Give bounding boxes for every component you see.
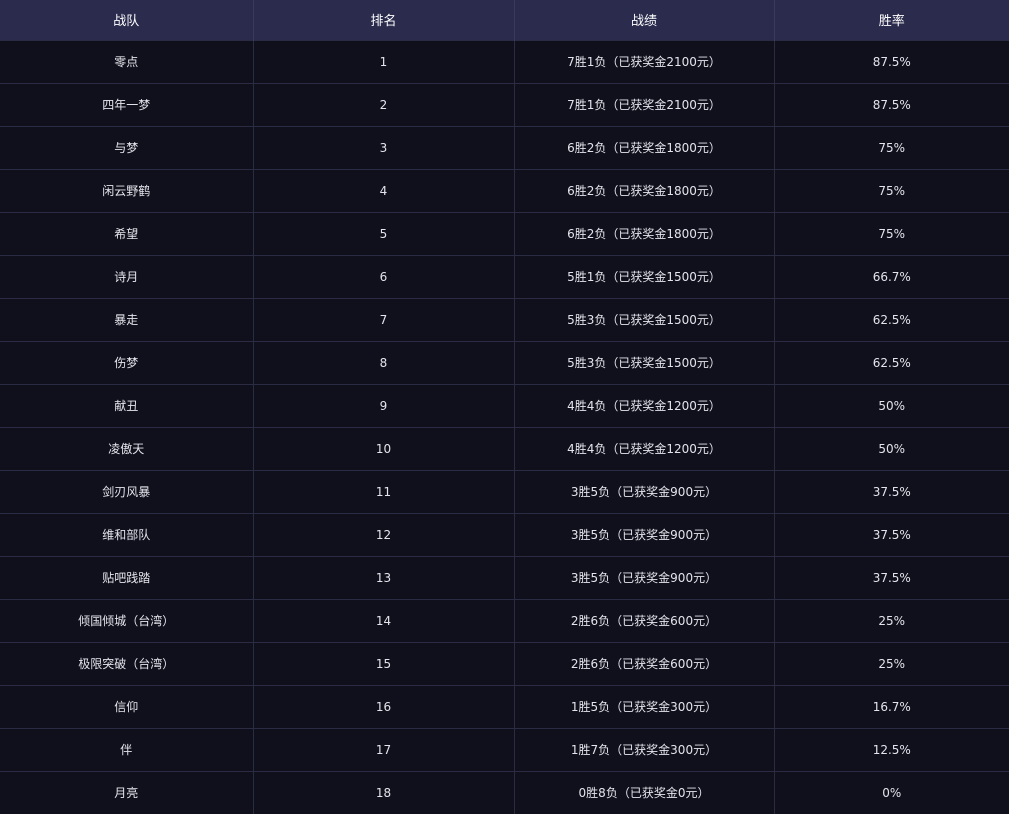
winrate-cell: 25%: [773, 642, 1009, 685]
record-cell: 5胜1负（已获奖金1500元）: [513, 255, 774, 298]
rank-cell: 10: [252, 427, 514, 470]
rank-cell: 8: [252, 341, 514, 384]
rank-cell: 7: [252, 298, 514, 341]
table-row: 希望 5 6胜2负（已获奖金1800元） 75%: [0, 212, 1009, 255]
winrate-cell: 75%: [773, 169, 1009, 212]
record-cell: 7胜1负（已获奖金2100元）: [513, 40, 774, 83]
header-rank: 排名: [252, 0, 514, 40]
winrate-cell: 87.5%: [773, 83, 1009, 126]
team-cell: 伴: [120, 743, 133, 757]
record-cell: 6胜2负（已获奖金1800元）: [513, 212, 774, 255]
rank-cell: 1: [252, 40, 514, 83]
table-row: 维和部队 12 3胜5负（已获奖金900元） 37.5%: [0, 513, 1009, 556]
winrate-cell: 75%: [773, 126, 1009, 169]
team-cell: 剑刃风暴: [102, 485, 151, 499]
table-row: 伴 17 1胜7负（已获奖金300元） 12.5%: [0, 728, 1009, 771]
rank-cell: 17: [252, 728, 514, 771]
winrate-cell: 50%: [773, 427, 1009, 470]
table-row: 诗月 6 5胜1负（已获奖金1500元） 66.7%: [0, 255, 1009, 298]
rank-cell: 15: [252, 642, 514, 685]
rank-cell: 18: [252, 771, 514, 814]
team-cell: 极限突破（台湾）: [78, 657, 175, 671]
table-row: 凌傲天 10 4胜4负（已获奖金1200元） 50%: [0, 427, 1009, 470]
table-row: 与梦 3 6胜2负（已获奖金1800元） 75%: [0, 126, 1009, 169]
rank-cell: 14: [252, 599, 514, 642]
rank-cell: 4: [252, 169, 514, 212]
record-cell: 3胜5负（已获奖金900元）: [513, 513, 774, 556]
record-cell: 1胜5负（已获奖金300元）: [513, 685, 774, 728]
table-header: 战队 排名 战绩 胜率: [0, 0, 1009, 40]
winrate-cell: 75%: [773, 212, 1009, 255]
record-cell: 4胜4负（已获奖金1200元）: [513, 427, 774, 470]
record-cell: 5胜3负（已获奖金1500元）: [513, 341, 774, 384]
winrate-cell: 16.7%: [773, 685, 1009, 728]
record-cell: 3胜5负（已获奖金900元）: [513, 556, 774, 599]
team-cell: 零点: [114, 55, 139, 69]
table-body: 零点 1 7胜1负（已获奖金2100元） 87.5% 四年一梦 2 7胜1负（已获奖金210…: [0, 40, 1009, 814]
record-cell: 0胜8负（已获奖金0元）: [513, 771, 774, 814]
record-cell: 5胜3负（已获奖金1500元）: [513, 298, 774, 341]
team-cell: 希望: [114, 227, 139, 241]
rank-cell: 11: [252, 470, 514, 513]
rank-cell: 9: [252, 384, 514, 427]
winrate-cell: 12.5%: [773, 728, 1009, 771]
ranking-table: 战队 排名 战绩 胜率 零点 1 7胜1负（已获奖金2100元） 87.5% 四年一梦 2…: [0, 0, 1009, 814]
rank-cell: 16: [252, 685, 514, 728]
team-cell: 闲云野鹤: [102, 184, 151, 198]
rank-cell: 13: [252, 556, 514, 599]
rank-cell: 2: [252, 83, 514, 126]
team-cell: 贴吧践踏: [102, 571, 151, 585]
table-row: 暴走 7 5胜3负（已获奖金1500元） 62.5%: [0, 298, 1009, 341]
record-cell: 3胜5负（已获奖金900元）: [513, 470, 774, 513]
winrate-cell: 37.5%: [773, 556, 1009, 599]
header-row: 战队 排名 战绩 胜率: [0, 0, 1009, 40]
team-cell: 倾国倾城（台湾）: [78, 614, 175, 628]
record-cell: 6胜2负（已获奖金1800元）: [513, 169, 774, 212]
rank-cell: 5: [252, 212, 514, 255]
rank-cell: 3: [252, 126, 514, 169]
header-winrate: 胜率: [773, 0, 1009, 40]
record-cell: 7胜1负（已获奖金2100元）: [513, 83, 774, 126]
table-row: 闲云野鹤 4 6胜2负（已获奖金1800元） 75%: [0, 169, 1009, 212]
rank-cell: 12: [252, 513, 514, 556]
team-cell: 伤梦: [114, 356, 139, 370]
table-row: 剑刃风暴 11 3胜5负（已获奖金900元） 37.5%: [0, 470, 1009, 513]
winrate-cell: 37.5%: [773, 470, 1009, 513]
table-row: 信仰 16 1胜5负（已获奖金300元） 16.7%: [0, 685, 1009, 728]
header-record: 战绩: [513, 0, 774, 40]
table-row: 倾国倾城（台湾） 14 2胜6负（已获奖金600元） 25%: [0, 599, 1009, 642]
team-cell: 诗月: [114, 270, 139, 284]
winrate-cell: 62.5%: [773, 298, 1009, 341]
team-cell: 与梦: [114, 141, 139, 155]
winrate-cell: 62.5%: [773, 341, 1009, 384]
record-cell: 2胜6负（已获奖金600元）: [513, 642, 774, 685]
record-cell: 4胜4负（已获奖金1200元）: [513, 384, 774, 427]
table-row: 献丑 9 4胜4负（已获奖金1200元） 50%: [0, 384, 1009, 427]
record-cell: 6胜2负（已获奖金1800元）: [513, 126, 774, 169]
record-cell: 1胜7负（已获奖金300元）: [513, 728, 774, 771]
team-cell: 凌傲天: [108, 442, 145, 456]
winrate-cell: 87.5%: [773, 40, 1009, 83]
winrate-cell: 50%: [773, 384, 1009, 427]
team-cell: 月亮: [114, 786, 139, 801]
rank-cell: 6: [252, 255, 514, 298]
team-cell: 信仰: [114, 700, 139, 714]
header-team: 战队: [113, 14, 140, 30]
winrate-cell: 66.7%: [773, 255, 1009, 298]
winrate-cell: 0%: [773, 771, 1009, 814]
team-cell: 献丑: [114, 399, 139, 413]
table-row: 贴吧践踏 13 3胜5负（已获奖金900元） 37.5%: [0, 556, 1009, 599]
winrate-cell: 25%: [773, 599, 1009, 642]
table-row: 零点 1 7胜1负（已获奖金2100元） 87.5%: [0, 40, 1009, 83]
team-cell: 维和部队: [102, 528, 151, 542]
table-row: 四年一梦 2 7胜1负（已获奖金2100元） 87.5%: [0, 83, 1009, 126]
winrate-cell: 37.5%: [773, 513, 1009, 556]
team-cell: 四年一梦: [102, 98, 151, 112]
team-cell: 暴走: [114, 313, 139, 327]
table-row: 极限突破（台湾） 15 2胜6负（已获奖金600元） 25%: [0, 642, 1009, 685]
table-row: 月亮 18 0胜8负（已获奖金0元） 0%: [0, 771, 1009, 814]
record-cell: 2胜6负（已获奖金600元）: [513, 599, 774, 642]
table-row: 伤梦 8 5胜3负（已获奖金1500元） 62.5%: [0, 341, 1009, 384]
